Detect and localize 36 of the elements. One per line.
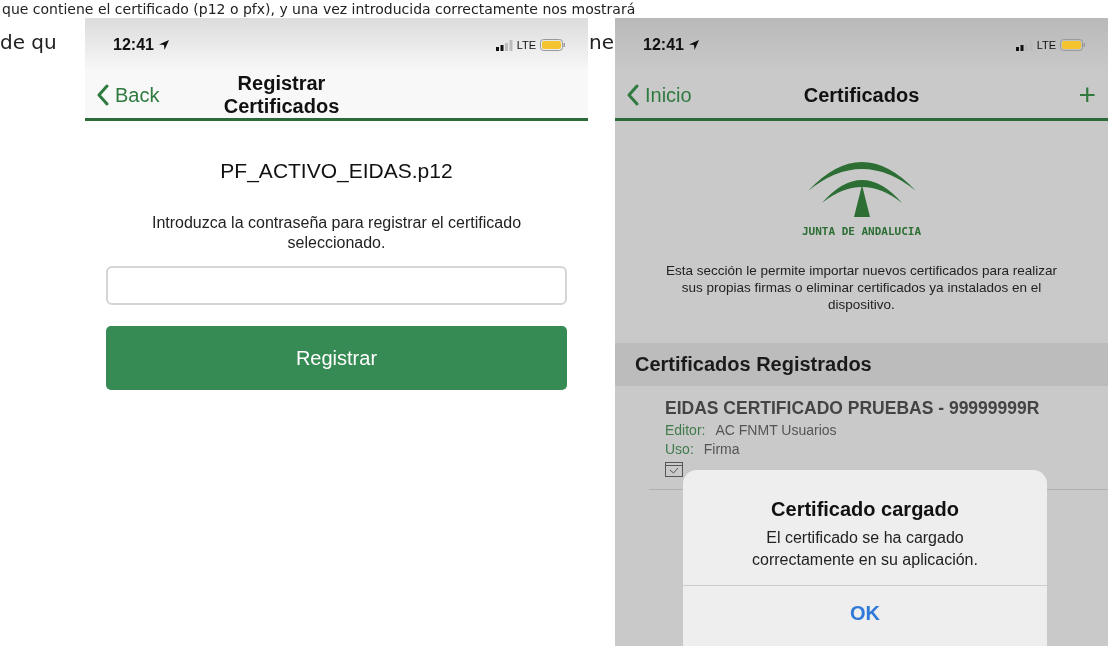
- field-label: Editor:: [665, 422, 706, 438]
- add-button[interactable]: +: [986, 78, 1096, 112]
- screen-title: Registrar Certificados: [222, 72, 341, 118]
- file-name: PF_ACTIVO_EIDAS.p12: [219, 159, 454, 183]
- instructions-text: Introduzca la contraseña para registrar el certificado seleccionado.: [150, 213, 523, 253]
- alert-title: Certificado cargado: [771, 498, 959, 521]
- logo-text: JUNTA DE ANDALUCIA: [801, 225, 922, 238]
- back-button[interactable]: Inicio: [627, 83, 737, 107]
- article-text: ne: [589, 30, 614, 54]
- certificate-name: EIDAS CERTIFICADO PRUEBAS - 99999999R: [665, 398, 1041, 419]
- signal-icon: [1015, 39, 1033, 51]
- back-button[interactable]: Back: [97, 83, 207, 107]
- network-label: LTE: [516, 39, 536, 51]
- calendar-icon: [665, 460, 683, 477]
- signal-icon: [495, 39, 513, 51]
- field-value: Firma: [703, 441, 740, 457]
- password-field[interactable]: [106, 266, 567, 305]
- chevron-left-icon: [627, 84, 639, 106]
- screen-title: Certificados: [802, 83, 921, 107]
- article-text: que contiene el certificado (p12 o pfx), y una vez introducida correctamente nos mostrará: [1, 0, 637, 18]
- alert-message: El certificado se ha cargado correctamente en su aplicación.: [751, 528, 979, 570]
- clock-time: 12:41: [643, 36, 684, 54]
- field-value: AC FNMT Usuarios: [715, 422, 837, 438]
- register-button[interactable]: Registrar: [106, 326, 567, 390]
- ok-button[interactable]: OK: [683, 585, 1047, 641]
- article-text: de qu: [0, 30, 57, 54]
- battery-icon: [540, 39, 566, 51]
- location-arrow-icon: [157, 39, 170, 51]
- chevron-left-icon: [97, 84, 109, 106]
- description-text: Esta sección le permite importar nuevos certificados para realizar sus propias firmas o eliminar certificados ya instalados en el dispositivo.: [665, 262, 1058, 313]
- clock-time: 12:41: [113, 36, 154, 54]
- field-label: Uso:: [665, 441, 694, 457]
- battery-icon: [1060, 39, 1086, 51]
- location-arrow-icon: [687, 39, 700, 51]
- network-label: LTE: [1036, 39, 1056, 51]
- section-header: Certificados Registrados: [615, 343, 1108, 386]
